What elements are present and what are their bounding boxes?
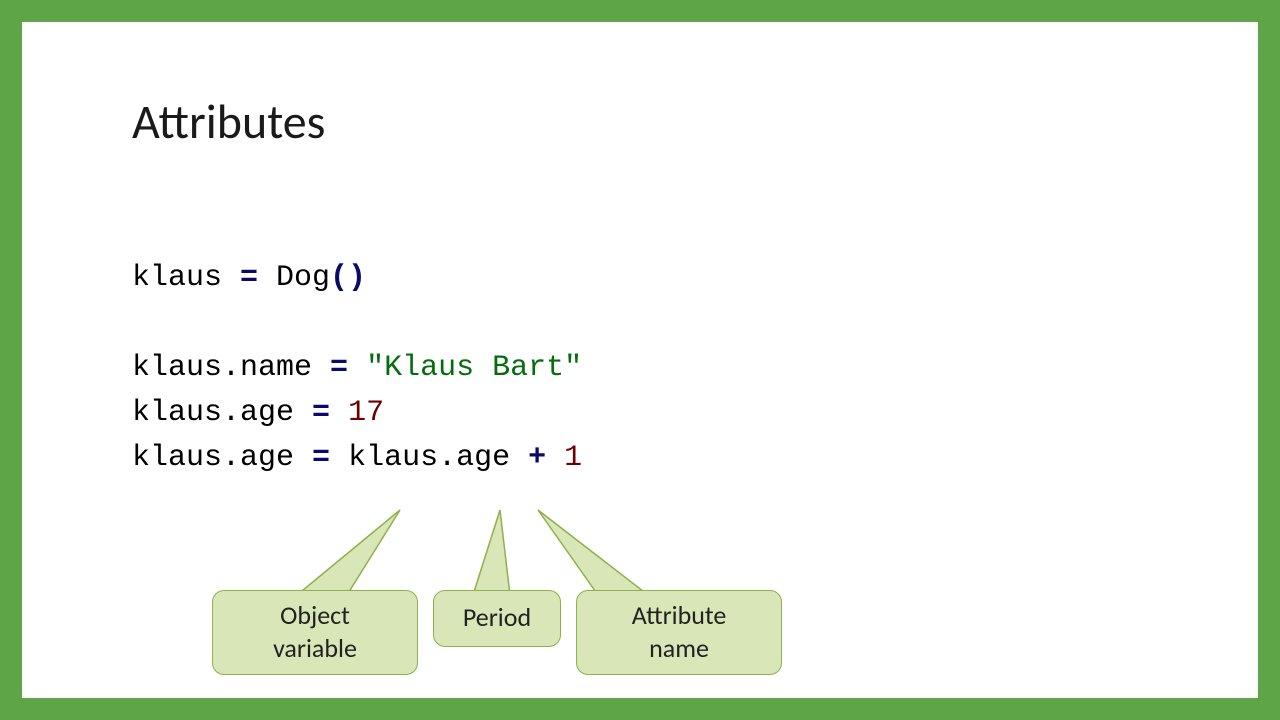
code-token-obj: klaus: [348, 441, 438, 475]
callout-tail-attribute-name: [538, 510, 648, 595]
slide-content: Attributes klaus = Dog() klaus.name = "K…: [22, 22, 1258, 698]
code-token-number: 17: [348, 396, 384, 430]
callout-label: Period: [463, 601, 531, 633]
code-token-string: "Klaus Bart": [366, 351, 582, 385]
code-token-period: .: [222, 441, 240, 475]
callout-period: Period: [433, 590, 561, 647]
code-token-attr: age: [456, 441, 510, 475]
code-token-period: .: [438, 441, 456, 475]
code-token-obj: klaus: [132, 441, 222, 475]
slide-title: Attributes: [132, 92, 1148, 151]
code-token-period: .: [222, 351, 240, 385]
code-token-number: 1: [564, 441, 582, 475]
callout-attribute-name: Attributename: [576, 590, 782, 675]
code-token-op: =: [294, 441, 348, 475]
code-token-op: =: [222, 261, 276, 295]
code-token-class: Dog: [276, 261, 330, 295]
code-token-op: =: [294, 396, 348, 430]
code-token-period: .: [222, 396, 240, 430]
code-block: klaus = Dog() klaus.name = "Klaus Bart" …: [132, 256, 1148, 481]
callout-object-variable: Objectvariable: [212, 590, 418, 675]
code-token-attr: age: [240, 396, 294, 430]
code-token-obj: klaus: [132, 396, 222, 430]
callout-label: Objectvariable: [273, 599, 357, 664]
code-token-obj: klaus: [132, 351, 222, 385]
code-token-op: =: [312, 351, 366, 385]
code-token-attr: name: [240, 351, 312, 385]
callout-tail-object-variable: [297, 510, 400, 595]
code-token-plus: +: [510, 441, 564, 475]
callout-label: Attributename: [632, 599, 727, 664]
code-token-paren: (): [330, 261, 366, 295]
code-token-var: klaus: [132, 261, 222, 295]
code-token-attr: age: [240, 441, 294, 475]
callout-tail-period: [473, 510, 510, 595]
